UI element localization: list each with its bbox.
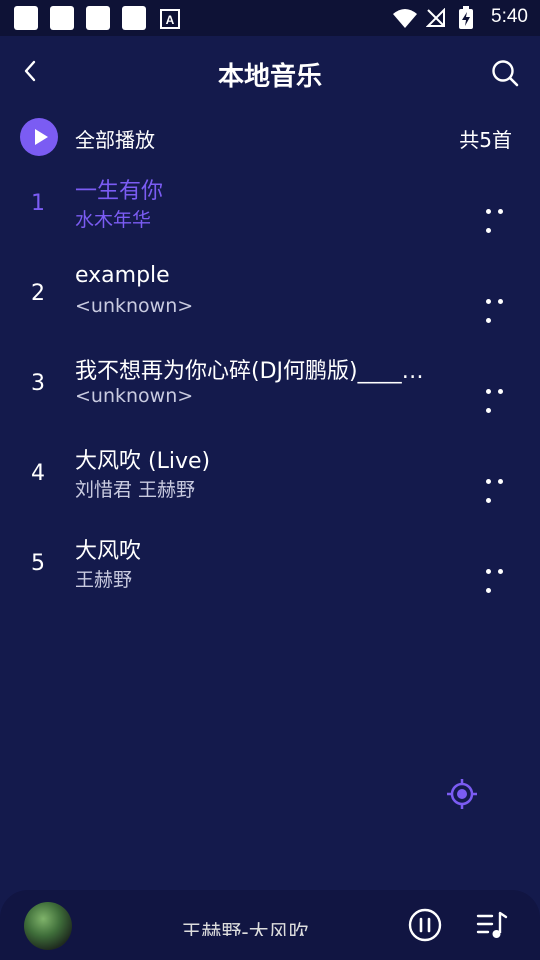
more-options-icon[interactable] [486,289,520,323]
song-title: 我不想再为你心碎(DJ何鹏版)____… [75,359,424,384]
notification-icon [122,6,146,30]
play-all-button[interactable] [20,118,58,156]
song-item[interactable]: 2 example <unknown> [0,253,540,343]
song-index: 2 [31,281,45,306]
mini-player[interactable]: 王赫野-大风吹 [0,890,540,960]
song-artist: <unknown> [75,295,194,317]
wifi-icon [393,9,417,28]
song-item[interactable]: 4 大风吹 (Live) 刘惜君 王赫野 [0,433,540,523]
play-icon [35,129,48,145]
song-artist: 王赫野 [75,569,133,591]
song-index: 3 [31,371,45,396]
song-title: 一生有你 [75,179,164,204]
play-all-row[interactable]: 全部播放 共5首 [0,116,540,160]
song-item[interactable]: 3 我不想再为你心碎(DJ何鹏版)____… <unknown> [0,343,540,433]
now-playing-title: 王赫野-大风吹 [181,920,309,936]
play-all-label[interactable]: 全部播放 [75,124,155,153]
song-item[interactable]: 1 一生有你 水木年华 [0,163,540,253]
notification-icon [14,6,38,30]
song-item[interactable]: 5 大风吹 王赫野 [0,523,540,613]
app-header: 本地音乐 [0,36,540,108]
font-app-icon: A [160,9,180,29]
song-artist: <unknown> [75,385,194,407]
song-index: 5 [31,551,45,576]
playlist-icon[interactable] [476,910,508,940]
more-options-icon[interactable] [486,199,520,233]
status-bar: A 5:40 [0,0,540,36]
song-title: 大风吹 (Live) [75,449,211,474]
song-count: 共5首 [459,128,512,152]
song-index: 4 [31,461,45,486]
search-icon[interactable] [490,58,520,88]
battery-charging-icon [459,6,473,29]
song-title: example [75,263,170,288]
song-index: 1 [31,191,45,216]
svg-text:A: A [166,13,175,27]
notification-icon [86,6,110,30]
more-options-icon[interactable] [486,469,520,503]
page-title: 本地音乐 [217,62,322,92]
more-options-icon[interactable] [486,559,520,593]
song-artist: 刘惜君 王赫野 [75,479,196,501]
locate-current-song-icon[interactable] [446,778,478,810]
notification-icon [50,6,74,30]
more-options-icon[interactable] [486,379,520,413]
song-artist: 水木年华 [75,209,152,231]
song-title: 大风吹 [75,539,142,564]
pause-icon[interactable] [408,908,442,942]
album-cover[interactable] [24,902,72,950]
no-signal-icon [426,8,445,27]
status-time: 5:40 [491,6,528,27]
